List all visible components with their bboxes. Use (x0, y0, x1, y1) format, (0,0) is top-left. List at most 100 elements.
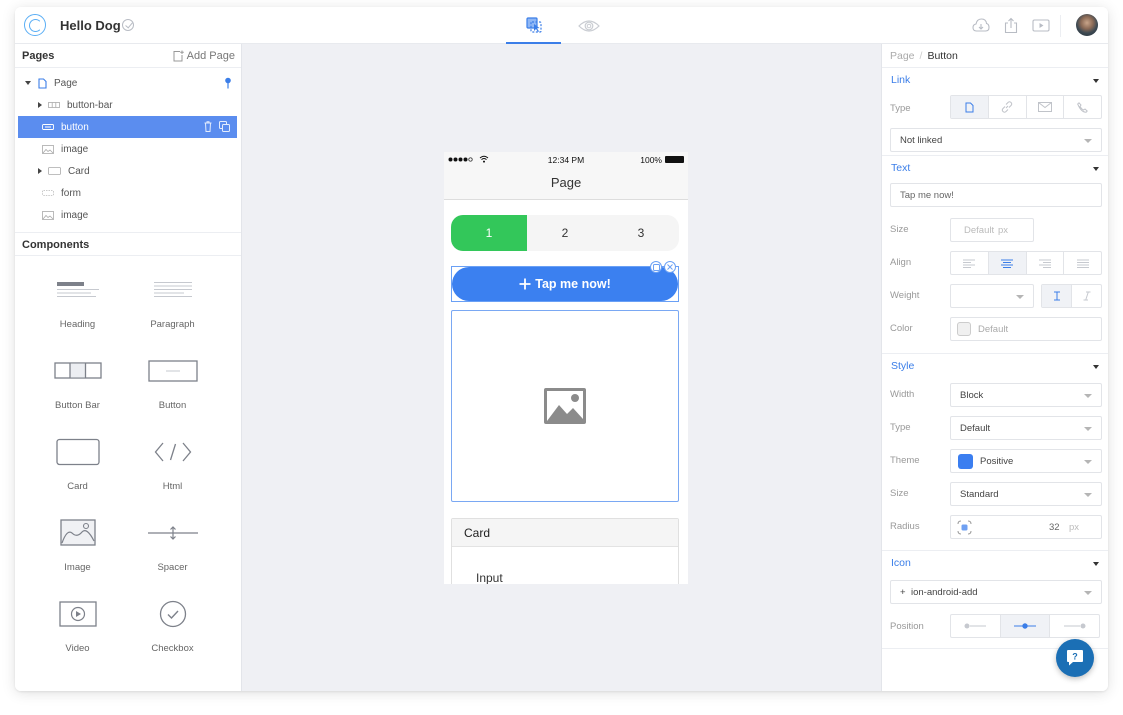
style-radius-input[interactable]: 32 px (950, 515, 1102, 539)
link-target-select[interactable]: Not linked (890, 128, 1102, 152)
component-button[interactable]: Button (125, 351, 220, 432)
button-label: Tap me now! (535, 277, 611, 291)
text-size-input[interactable]: Default px (950, 218, 1034, 242)
expand-caret-icon[interactable] (38, 102, 42, 108)
tree-item-image[interactable]: image (15, 138, 241, 160)
link-type-phone[interactable] (1064, 96, 1101, 118)
style-type-select[interactable]: Default (950, 416, 1102, 440)
button-text-input[interactable]: Tap me now! (890, 183, 1102, 207)
text-weight-select[interactable] (950, 284, 1034, 308)
component-checkbox[interactable]: Checkbox (125, 594, 220, 675)
component-spacer[interactable]: Spacer (125, 513, 220, 594)
align-left[interactable] (951, 252, 989, 274)
component-card[interactable]: Card (30, 432, 125, 513)
text-value-row: Tap me now! (882, 181, 1108, 214)
component-html[interactable]: Html (125, 432, 220, 513)
button-bar-icon (53, 362, 102, 379)
logo-icon[interactable] (24, 14, 46, 36)
preview-play-button[interactable] (1032, 17, 1050, 34)
style-size-select[interactable]: Standard (950, 482, 1102, 506)
duplicate-icon[interactable] (219, 121, 230, 132)
text-size-row: Size Default px (882, 214, 1108, 247)
text-weight-label: Weight (890, 290, 920, 301)
component-heading[interactable]: Heading (30, 270, 125, 351)
component-image[interactable]: Image (30, 513, 125, 594)
pages-header: Pages Add Page (15, 44, 241, 68)
tree-item-page[interactable]: Page (15, 72, 241, 94)
style-size-row: Size Standard (882, 478, 1108, 511)
style-italic[interactable] (1072, 285, 1101, 307)
component-video[interactable]: Video (30, 594, 125, 675)
tree-item-label: button-bar (67, 99, 113, 111)
card-title: Card (452, 519, 678, 547)
align-right-icon (1038, 259, 1051, 268)
text-weight-row: Weight (882, 280, 1108, 313)
icon-section-header[interactable]: Icon (882, 551, 1108, 576)
link-type-email[interactable] (1027, 96, 1065, 118)
tree-item-button-bar[interactable]: button-bar (15, 94, 241, 116)
icon-position-left[interactable] (951, 615, 1001, 637)
link-type-url[interactable] (989, 96, 1027, 118)
link-section-header[interactable]: Link (882, 68, 1108, 93)
style-section-header[interactable]: Style (882, 354, 1108, 379)
tree-item-card[interactable]: Card (15, 160, 241, 182)
align-justify[interactable] (1064, 252, 1101, 274)
color-swatch[interactable] (957, 322, 971, 336)
component-label: Button Bar (55, 400, 100, 411)
video-icon (58, 601, 97, 627)
tree-item-form[interactable]: form (15, 182, 241, 204)
breadcrumb-parent[interactable]: Page (890, 50, 915, 62)
tree-item-image[interactable]: image (15, 204, 241, 226)
project-title[interactable]: Hello Dog (60, 18, 121, 33)
component-button-bar[interactable]: Button Bar (30, 351, 125, 432)
card-component[interactable]: Card Input (451, 518, 679, 584)
icon-position-center[interactable] (1000, 615, 1051, 637)
text-color-row: Color Default (882, 313, 1108, 346)
pin-icon[interactable] (224, 77, 232, 89)
page-icon (965, 102, 974, 112)
design-canvas[interactable]: 12:34 PM 100% Page 1 2 3 Tap me now! Car… (242, 44, 882, 691)
text-align-label: Align (890, 257, 912, 268)
text-color-picker[interactable]: Default (950, 317, 1102, 341)
image-placeholder[interactable] (451, 310, 679, 502)
image-icon (42, 144, 54, 154)
share-icon (1004, 17, 1018, 34)
icon-position-right[interactable] (1050, 615, 1099, 637)
text-size-unit: px (998, 225, 1009, 236)
tab-design-mode[interactable] (506, 7, 561, 44)
checkbox-icon (159, 600, 186, 628)
style-radius-unit: px (1069, 522, 1080, 533)
left-panel: Pages Add Page Page button-bar button im… (15, 44, 242, 691)
segment-1[interactable]: 1 (451, 215, 527, 251)
style-theme-select[interactable]: Positive (950, 449, 1102, 473)
share-button[interactable] (1003, 17, 1021, 34)
component-label: Image (64, 562, 91, 573)
style-type-label: Type (890, 422, 911, 433)
component-paragraph[interactable]: Paragraph (125, 270, 220, 351)
align-center[interactable] (988, 252, 1027, 274)
user-avatar[interactable] (1076, 14, 1098, 36)
help-chat-button[interactable]: ? (1056, 639, 1094, 677)
expand-caret-icon[interactable] (25, 81, 31, 85)
style-theme-row: Theme Positive (882, 445, 1108, 478)
delete-icon[interactable] (204, 121, 212, 132)
duplicate-element-button[interactable] (650, 261, 662, 273)
icon-select-row: + ion-android-add (882, 576, 1108, 609)
text-section-header[interactable]: Text (882, 156, 1108, 181)
expand-caret-icon[interactable] (38, 168, 42, 174)
tap-me-button[interactable]: Tap me now! (452, 267, 678, 301)
remove-element-button[interactable] (664, 261, 676, 273)
style-normal[interactable] (1042, 285, 1072, 307)
link-type-page[interactable] (951, 96, 989, 118)
close-icon (667, 264, 673, 270)
icon-select[interactable]: + ion-android-add (890, 580, 1102, 604)
tab-preview-mode[interactable] (561, 7, 616, 44)
segment-2[interactable]: 2 (527, 215, 603, 251)
tree-item-button[interactable]: button (18, 116, 237, 138)
download-button[interactable] (972, 17, 990, 34)
style-width-select[interactable]: Block (950, 383, 1102, 407)
component-label: Spacer (157, 562, 188, 573)
add-page-button[interactable]: Add Page (173, 44, 235, 68)
segment-3[interactable]: 3 (603, 215, 679, 251)
align-right[interactable] (1027, 252, 1065, 274)
